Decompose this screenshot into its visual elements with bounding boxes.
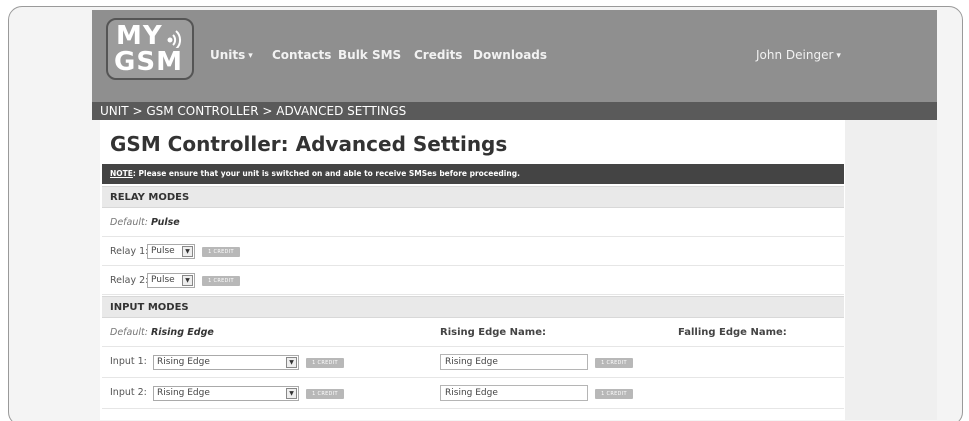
nav-units[interactable]: Units ▾ — [210, 48, 253, 62]
input-1-select-value: Rising Edge — [157, 357, 210, 367]
chevron-down-icon: ▼ — [286, 388, 297, 399]
relay-1-label: Relay 1: — [110, 246, 149, 257]
input-2-rising-name-save-button[interactable]: 1 CREDIT — [595, 389, 633, 399]
input-1-select[interactable]: Rising Edge ▼ — [153, 355, 299, 370]
input-1-rising-name-save-button[interactable]: 1 CREDIT — [595, 358, 633, 368]
breadcrumb: UNIT > GSM CONTROLLER > ADVANCED SETTING… — [92, 102, 937, 120]
nav-contacts[interactable]: Contacts — [272, 48, 331, 62]
relay-1-save-button[interactable]: 1 CREDIT — [202, 247, 240, 257]
input-2-save-button[interactable]: 1 CREDIT — [306, 389, 344, 399]
chevron-down-icon: ▼ — [182, 275, 193, 286]
input-modes-heading: INPUT MODES — [102, 296, 844, 318]
relay-1-select[interactable]: Pulse ▼ — [147, 244, 195, 259]
nav-bulk-sms[interactable]: Bulk SMS — [338, 48, 401, 62]
input-2-row: Input 2: Rising Edge ▼ 1 CREDIT Rising E… — [102, 379, 844, 409]
nav-credits[interactable]: Credits — [414, 48, 462, 62]
relay-2-save-button[interactable]: 1 CREDIT — [202, 276, 240, 286]
input-1-save-button[interactable]: 1 CREDIT — [306, 358, 344, 368]
note-text: : Please ensure that your unit is switch… — [132, 169, 520, 178]
nav-units-label: Units — [210, 48, 246, 62]
relay-1-select-value: Pulse — [151, 246, 175, 256]
input-2-select[interactable]: Rising Edge ▼ — [153, 386, 299, 401]
input-1-rising-name-field[interactable]: Rising Edge — [440, 354, 588, 370]
user-name: John Deinger — [756, 48, 834, 62]
note-label: NOTE — [110, 169, 133, 178]
input-1-label: Input 1: — [110, 356, 147, 367]
top-navbar: MY GSM Units ▾ Contacts Bulk SMS Credits … — [92, 10, 937, 102]
input-default-row: Default: Rising Edge Rising Edge Name: F… — [102, 319, 844, 347]
relay-2-select[interactable]: Pulse ▼ — [147, 273, 195, 288]
user-menu[interactable]: John Deinger ▾ — [756, 48, 841, 62]
page-title: GSM Controller: Advanced Settings — [110, 132, 508, 156]
relay-1-row: Relay 1: Pulse ▼ 1 CREDIT — [102, 238, 844, 266]
relay-default-value: Pulse — [150, 217, 180, 228]
relay-2-label: Relay 2: — [110, 275, 149, 286]
nav-downloads[interactable]: Downloads — [473, 48, 547, 62]
input-default-label: Default: — [110, 327, 148, 338]
chevron-down-icon: ▾ — [836, 51, 841, 61]
relay-default-row: Default: Pulse — [102, 209, 844, 237]
mygsm-logo[interactable]: MY GSM — [106, 18, 194, 80]
input-2-label: Input 2: — [110, 387, 147, 398]
right-gutter — [845, 120, 937, 420]
chevron-down-icon: ▼ — [286, 357, 297, 368]
relay-default-text: Default: Pulse — [110, 217, 180, 228]
logo-text-gsm: GSM — [114, 47, 183, 77]
relay-2-select-value: Pulse — [151, 275, 175, 285]
main-content: GSM Controller: Advanced Settings NOTE: … — [100, 120, 845, 420]
relay-default-label: Default: — [110, 217, 148, 228]
rising-edge-name-header: Rising Edge Name: — [440, 327, 546, 338]
relay-2-row: Relay 2: Pulse ▼ 1 CREDIT — [102, 267, 844, 295]
signal-waves-icon — [167, 30, 182, 48]
note-bar: NOTE: Please ensure that your unit is sw… — [102, 164, 844, 184]
chevron-down-icon: ▼ — [182, 246, 193, 257]
input-1-row: Input 1: Rising Edge ▼ 1 CREDIT Rising E… — [102, 348, 844, 378]
input-2-rising-name-field[interactable]: Rising Edge — [440, 385, 588, 401]
input-default-text: Default: Rising Edge — [110, 327, 214, 338]
logo-text-my: MY — [116, 21, 163, 51]
input-2-select-value: Rising Edge — [157, 388, 210, 398]
relay-modes-heading: RELAY MODES — [102, 186, 844, 208]
falling-edge-name-header: Falling Edge Name: — [678, 327, 787, 338]
input-default-value: Rising Edge — [150, 327, 214, 338]
chevron-down-icon: ▾ — [248, 51, 253, 61]
